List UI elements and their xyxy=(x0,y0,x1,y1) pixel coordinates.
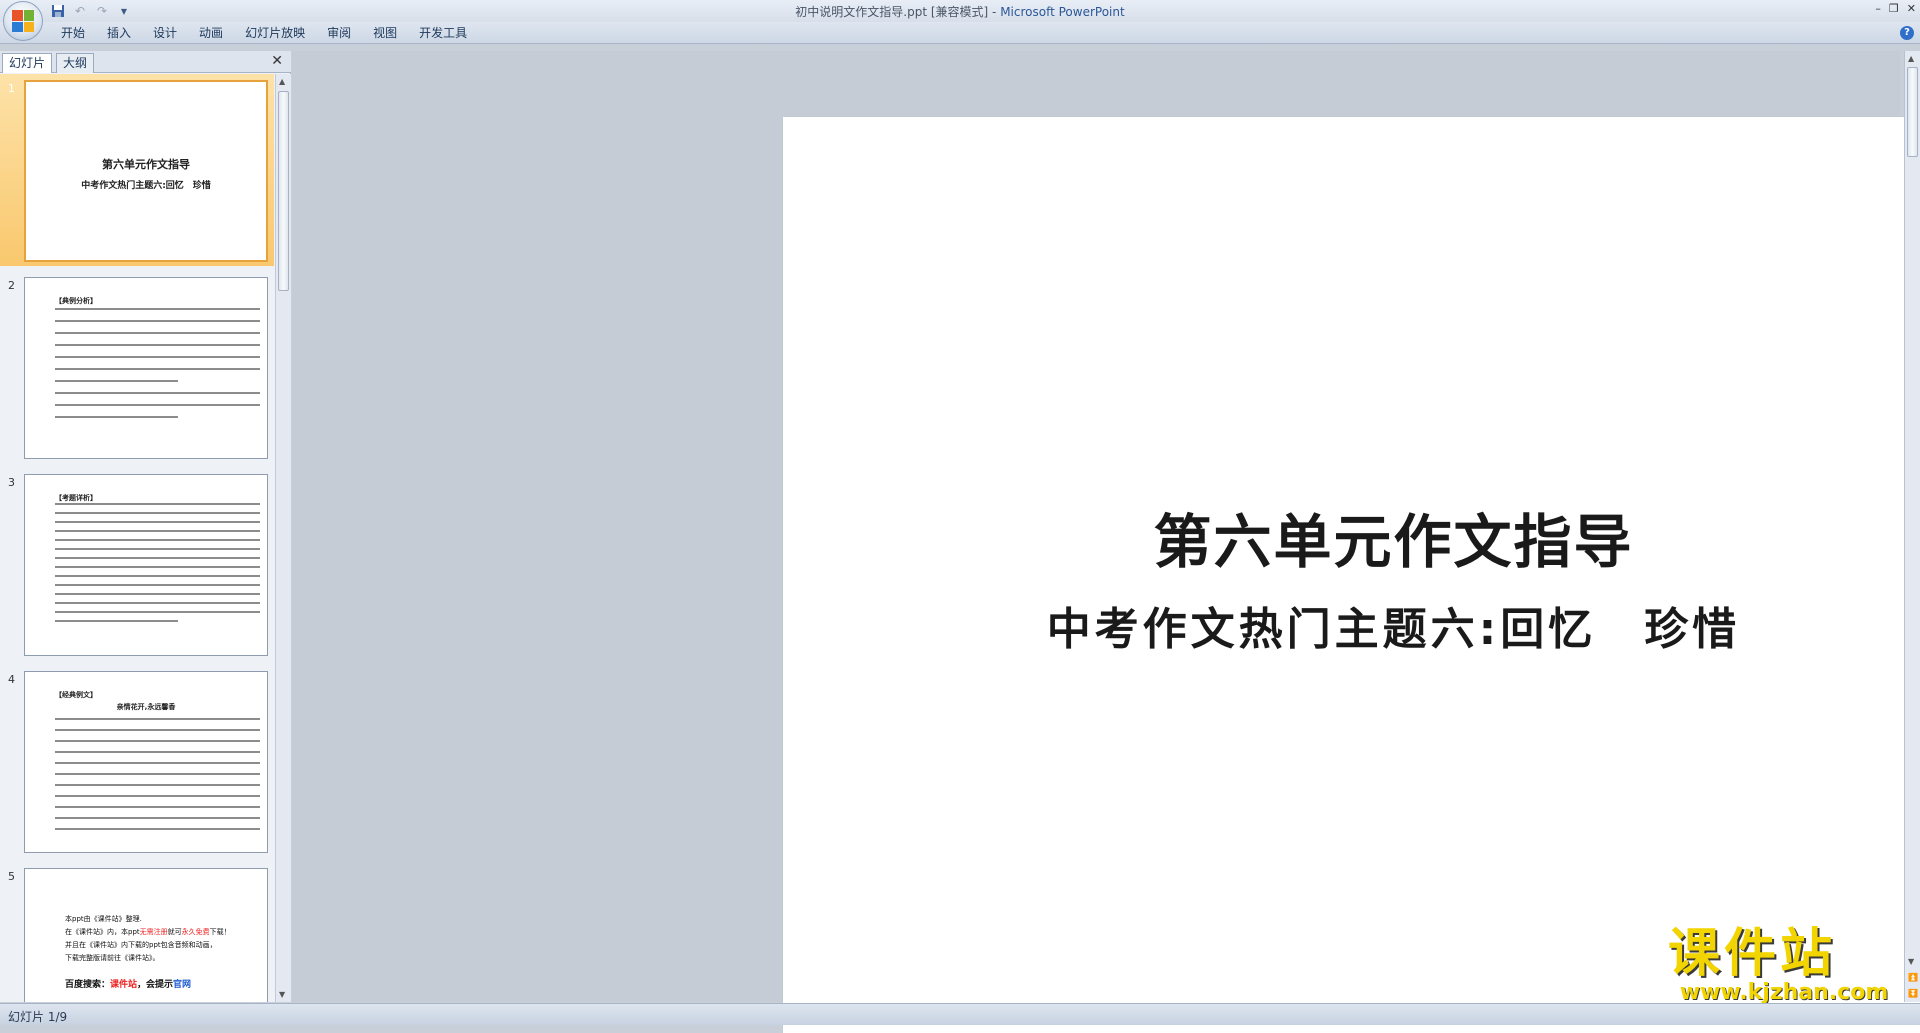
watermark-text: 课件站 xyxy=(1668,924,1837,984)
thumbnail-slide-3[interactable]: 【考题详析】 xyxy=(24,474,268,656)
tab-view[interactable]: 视图 xyxy=(362,22,408,44)
watermark-url: www.kjzhan.com xyxy=(1679,980,1889,1005)
tab-slides[interactable]: 幻灯片 xyxy=(2,53,53,73)
tab-outline[interactable]: 大纲 xyxy=(56,53,95,73)
app-name: Microsoft PowerPoint xyxy=(1000,5,1125,19)
promo-line-2a: 在《课件站》内，本ppt xyxy=(65,928,140,936)
thumbnail-subtitle: 中考作文热门主题六:回忆 珍惜 xyxy=(81,181,211,191)
thumbnail-text-lines xyxy=(55,718,260,840)
search-label: 百度搜索： xyxy=(65,980,111,990)
ribbon: 开始 插入 设计 动画 幻灯片放映 审阅 视图 开发工具 ? xyxy=(0,22,1920,44)
thumbnail-slide-1[interactable]: 第六单元作文指导 中考作文热门主题六:回忆 珍惜 xyxy=(24,80,268,262)
slides-pane: 幻灯片 大纲 ✕ 1 第六单元作文指导 中考作文热门主题六:回忆 珍惜 2 【典… xyxy=(0,51,291,1002)
thumbnail-row-4[interactable]: 4 【经典例文】 亲情花开,永远馨香 xyxy=(0,665,274,857)
close-icon[interactable]: ✕ xyxy=(1907,2,1916,15)
slide-title[interactable]: 第六单元作文指导 xyxy=(783,495,1920,579)
minimize-icon[interactable]: – xyxy=(1875,2,1881,15)
thumbnail-row-1[interactable]: 1 第六单元作文指导 中考作文热门主题六:回忆 珍惜 xyxy=(0,74,274,266)
promo-line-4: 下载完整版请前往《课件站》。 xyxy=(65,954,160,962)
thumbnail-row-5[interactable]: 5 本ppt由《课件站》整理. 在《课件站》内，本ppt无需注册就可永久免费下载… xyxy=(0,862,274,1002)
thumbnail-list: 1 第六单元作文指导 中考作文热门主题六:回忆 珍惜 2 【典例分析】 3 【考… xyxy=(0,74,274,1002)
tab-design[interactable]: 设计 xyxy=(142,22,188,44)
thumbnail-text-lines xyxy=(55,308,260,428)
thumbnail-search-line: 百度搜索：课件站，会提示官网 xyxy=(65,977,191,990)
thumbnail-number: 4 xyxy=(8,673,15,686)
thumbnail-number: 5 xyxy=(8,870,15,883)
thumbnail-row-2[interactable]: 2 【典例分析】 xyxy=(0,271,274,463)
next-slide-icon[interactable]: ⏬ xyxy=(1908,989,1918,998)
slide-indicator: 幻灯片 1/9 xyxy=(8,1010,68,1024)
watermark: 课件站 www.kjzhan.com xyxy=(1668,926,1900,1006)
slide-editor: 第六单元作文指导 中考作文热门主题六:回忆 珍惜 xyxy=(292,51,1920,1033)
promo-line-2e: 下载！ xyxy=(209,928,231,936)
slide-subtitle[interactable]: 中考作文热门主题六:回忆 珍惜 xyxy=(783,593,1920,657)
promo-line-2b: 无需注册 xyxy=(139,928,168,936)
promo-line-2c: 就可 xyxy=(167,928,182,936)
window-title: 初中说明文作文指导.ppt [兼容模式] - Microsoft PowerPo… xyxy=(0,3,1920,20)
promo-line-3: 并且在《课件站》内下载的ppt包含音频和动画， xyxy=(65,941,217,949)
tab-developer[interactable]: 开发工具 xyxy=(408,22,478,44)
thumbnail-text-lines xyxy=(55,503,260,632)
scrollbar-thumb[interactable] xyxy=(1907,67,1918,157)
promo-line-2: 在《课件站》内，本ppt无需注册就可永久免费下载！ xyxy=(65,926,265,939)
tab-insert[interactable]: 插入 xyxy=(96,22,142,44)
window-controls: – ❐ ✕ xyxy=(1875,2,1916,15)
maximize-icon[interactable]: ❐ xyxy=(1889,2,1899,15)
thumbnail-heading: 【典例分析】 xyxy=(55,297,97,305)
title-bar: ↶ ↷ ▼ 初中说明文作文指导.ppt [兼容模式] - Microsoft P… xyxy=(0,0,1920,22)
help-icon[interactable]: ? xyxy=(1900,26,1914,40)
thumbnail-slide-4[interactable]: 【经典例文】 亲情花开,永远馨香 xyxy=(24,671,268,853)
thumbnail-slide-5[interactable]: 本ppt由《课件站》整理. 在《课件站》内，本ppt无需注册就可永久免费下载！ … xyxy=(24,868,268,1002)
status-bar: 幻灯片 1/9 xyxy=(0,1003,1920,1025)
promo-line-2d: 永久免费 xyxy=(181,928,210,936)
thumbnail-number: 2 xyxy=(8,279,15,292)
thumbnail-heading: 【考题详析】 xyxy=(55,494,97,502)
thumbnail-heading: 【经典例文】 xyxy=(55,691,97,699)
pane-tabs: 幻灯片 大纲 ✕ xyxy=(0,51,291,73)
office-logo-icon xyxy=(12,10,34,32)
thumbnail-number: 1 xyxy=(8,82,15,95)
thumbnail-slide-2[interactable]: 【典例分析】 xyxy=(24,277,268,459)
thumbnail-center-title: 亲情花开,永远馨香 xyxy=(116,703,176,711)
tab-slideshow[interactable]: 幻灯片放映 xyxy=(234,22,316,44)
title-separator: - xyxy=(988,5,1001,19)
tab-review[interactable]: 审阅 xyxy=(316,22,362,44)
thumbnail-row-3[interactable]: 3 【考题详析】 xyxy=(0,468,274,660)
tab-home[interactable]: 开始 xyxy=(50,22,96,44)
search-link: 官网 xyxy=(173,980,192,990)
pane-close-icon[interactable]: ✕ xyxy=(271,53,283,69)
scroll-up-icon[interactable]: ▲ xyxy=(279,77,285,86)
previous-slide-icon[interactable]: ⏫ xyxy=(1908,973,1918,982)
thumbnail-promo-text: 本ppt由《课件站》整理. 在《课件站》内，本ppt无需注册就可永久免费下载！ … xyxy=(65,913,265,965)
current-slide[interactable]: 第六单元作文指导 中考作文热门主题六:回忆 珍惜 xyxy=(783,117,1920,1033)
scroll-down-icon[interactable]: ▼ xyxy=(1908,957,1914,966)
thumbnail-number: 3 xyxy=(8,476,15,489)
promo-line-1: 本ppt由《课件站》整理. xyxy=(65,915,142,923)
search-hint: ，会提示 xyxy=(137,980,174,990)
scrollbar-thumb[interactable] xyxy=(278,91,289,291)
thumbnail-scrollbar[interactable]: ▲ ▼ xyxy=(275,74,291,1002)
scroll-up-icon[interactable]: ▲ xyxy=(1908,54,1914,63)
document-title: 初中说明文作文指导.ppt [兼容模式] xyxy=(795,5,989,19)
search-term: 课件站 xyxy=(110,980,138,990)
thumbnail-title: 第六单元作文指导 xyxy=(102,158,190,171)
ribbon-tabs: 开始 插入 设计 动画 幻灯片放映 审阅 视图 开发工具 xyxy=(50,22,478,44)
editor-scrollbar[interactable]: ▲ ▼ ⏫ ⏬ xyxy=(1904,51,1920,1002)
office-button[interactable] xyxy=(3,1,43,41)
tab-animations[interactable]: 动画 xyxy=(188,22,234,44)
scroll-down-icon[interactable]: ▼ xyxy=(279,990,285,999)
